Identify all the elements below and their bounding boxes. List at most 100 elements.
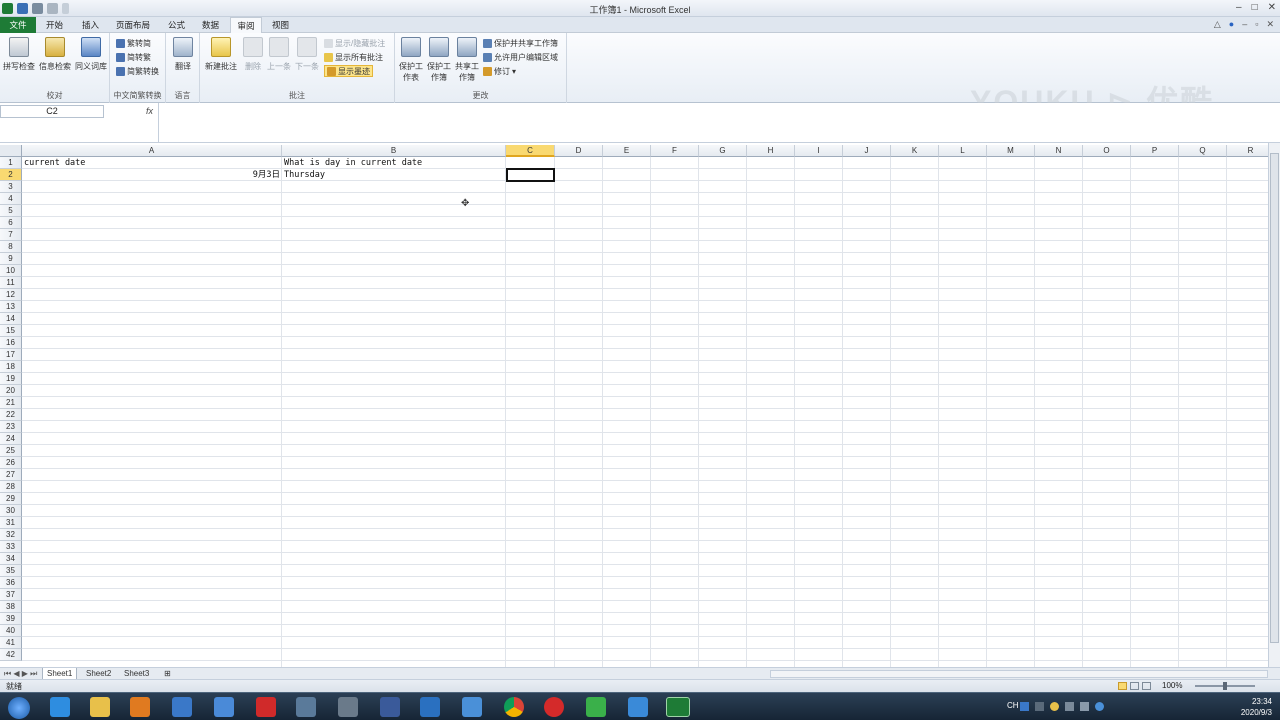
select-all-corner[interactable] (0, 145, 22, 157)
column-header-R[interactable]: R (1227, 145, 1268, 157)
column-header-B[interactable]: B (282, 145, 506, 157)
close-button[interactable]: ✕ (1268, 2, 1276, 13)
vertical-scrollbar[interactable] (1268, 143, 1280, 667)
formula-input[interactable] (158, 103, 1268, 143)
tab-view[interactable]: 视图 (268, 17, 293, 33)
traditional-to-simplified-button[interactable]: 繁转简 (116, 37, 151, 49)
column-header-M[interactable]: M (987, 145, 1035, 157)
column-header-D[interactable]: D (555, 145, 603, 157)
row-header-1[interactable]: 1 (0, 157, 22, 169)
row-header-7[interactable]: 7 (0, 229, 22, 241)
workbook-minimize-icon[interactable]: – (1242, 19, 1247, 30)
row-header-17[interactable]: 17 (0, 349, 22, 361)
delete-comment-button[interactable]: 删除 (242, 37, 264, 72)
previous-comment-button[interactable]: 上一条 (266, 37, 292, 72)
ime-indicator[interactable]: CH (1007, 701, 1019, 710)
page-layout-view-icon[interactable] (1130, 682, 1139, 690)
protect-workbook-button[interactable]: 保护工作簿 (425, 37, 453, 83)
column-header-A[interactable]: A (22, 145, 282, 157)
column-header-J[interactable]: J (843, 145, 891, 157)
cell-A1[interactable]: current date (22, 157, 282, 169)
column-header-P[interactable]: P (1131, 145, 1179, 157)
row-header-28[interactable]: 28 (0, 481, 22, 493)
language-icon[interactable] (1035, 702, 1044, 711)
row-header-30[interactable]: 30 (0, 505, 22, 517)
minimize-button[interactable]: – (1236, 2, 1242, 13)
app-icon-8[interactable] (338, 697, 358, 717)
row-header-39[interactable]: 39 (0, 613, 22, 625)
column-header-I[interactable]: I (795, 145, 843, 157)
media-player-icon[interactable] (130, 697, 150, 717)
row-header-13[interactable]: 13 (0, 301, 22, 313)
row-header-38[interactable]: 38 (0, 601, 22, 613)
name-box[interactable]: C2 (0, 105, 104, 118)
new-comment-button[interactable]: 新建批注 (202, 37, 240, 72)
insert-function-icon[interactable]: fx (146, 106, 153, 116)
cell-B1[interactable]: What is day in current date (282, 157, 506, 169)
app-icon-6[interactable] (256, 697, 276, 717)
tab-home[interactable]: 开始 (42, 17, 67, 33)
row-header-31[interactable]: 31 (0, 517, 22, 529)
row-header-5[interactable]: 5 (0, 205, 22, 217)
zoom-level[interactable]: 100% (1162, 681, 1182, 690)
row-header-35[interactable]: 35 (0, 565, 22, 577)
row-header-4[interactable]: 4 (0, 193, 22, 205)
show-ink-button[interactable]: 显示墨迹 (324, 65, 373, 77)
row-header-40[interactable]: 40 (0, 625, 22, 637)
column-header-H[interactable]: H (747, 145, 795, 157)
research-button[interactable]: 信息检索 (38, 37, 72, 72)
show-all-comments-button[interactable]: 显示所有批注 (324, 51, 383, 63)
row-header-16[interactable]: 16 (0, 337, 22, 349)
row-header-33[interactable]: 33 (0, 541, 22, 553)
row-header-26[interactable]: 26 (0, 457, 22, 469)
app-icon-15[interactable] (628, 697, 648, 717)
row-header-21[interactable]: 21 (0, 397, 22, 409)
spell-check-button[interactable]: 拼写检查 (2, 37, 36, 72)
workbook-close-icon[interactable]: ✕ (1266, 19, 1274, 30)
row-header-27[interactable]: 27 (0, 469, 22, 481)
tab-page-layout[interactable]: 页面布局 (112, 17, 154, 33)
tab-data[interactable]: 数据 (198, 17, 223, 33)
column-header-K[interactable]: K (891, 145, 939, 157)
chrome-icon[interactable] (504, 697, 524, 717)
horizontal-scrollbar[interactable] (770, 670, 1268, 678)
worksheet-grid[interactable]: ABCDEFGHIJKLMNOPQR 1 2 3 4 5 6 7 8 9 10 11 12 13 14 15… (0, 145, 1268, 667)
network-icon[interactable] (1065, 702, 1074, 711)
tab-review[interactable]: 审阅 (230, 17, 262, 34)
excel-taskbar-icon[interactable] (666, 697, 690, 717)
clock[interactable]: 23:34 2020/9/3 (1241, 696, 1272, 718)
tab-insert[interactable]: 插入 (78, 17, 103, 33)
row-header-12[interactable]: 12 (0, 289, 22, 301)
show-hide-comment-button[interactable]: 显示/隐藏批注 (324, 37, 385, 49)
next-comment-button[interactable]: 下一条 (294, 37, 320, 72)
thesaurus-button[interactable]: 同义词库 (74, 37, 108, 72)
row-header-2[interactable]: 2 (0, 169, 22, 181)
ie-icon[interactable] (50, 697, 70, 717)
row-header-11[interactable]: 11 (0, 277, 22, 289)
row-header-6[interactable]: 6 (0, 217, 22, 229)
translate-button[interactable]: 翻译 (168, 37, 198, 72)
zoom-slider-thumb[interactable] (1223, 682, 1227, 690)
app-icon-7[interactable] (296, 697, 316, 717)
column-header-C[interactable]: C (506, 145, 555, 157)
workbook-restore-icon[interactable]: ▫ (1255, 19, 1258, 30)
row-header-19[interactable]: 19 (0, 373, 22, 385)
row-header-8[interactable]: 8 (0, 241, 22, 253)
row-header-37[interactable]: 37 (0, 589, 22, 601)
moon-icon[interactable] (1050, 702, 1059, 711)
normal-view-icon[interactable] (1118, 682, 1127, 690)
system-tray-icons[interactable] (1020, 702, 1104, 711)
row-header-14[interactable]: 14 (0, 313, 22, 325)
column-header-G[interactable]: G (699, 145, 747, 157)
scroll-thumb[interactable] (1270, 153, 1279, 643)
row-header-36[interactable]: 36 (0, 577, 22, 589)
help-icon[interactable]: ● (1229, 19, 1234, 30)
row-header-24[interactable]: 24 (0, 433, 22, 445)
cell-B2[interactable]: Thursday (282, 169, 506, 181)
help-tray-icon[interactable] (1095, 702, 1104, 711)
row-header-42[interactable]: 42 (0, 649, 22, 661)
chinese-convert-button[interactable]: 简繁转换 (116, 65, 159, 77)
sheet-nav-icon[interactable]: ⏮ ◀ ▶ ⏭ (4, 669, 37, 679)
simplified-to-traditional-button[interactable]: 简转繁 (116, 51, 151, 63)
row-header-41[interactable]: 41 (0, 637, 22, 649)
